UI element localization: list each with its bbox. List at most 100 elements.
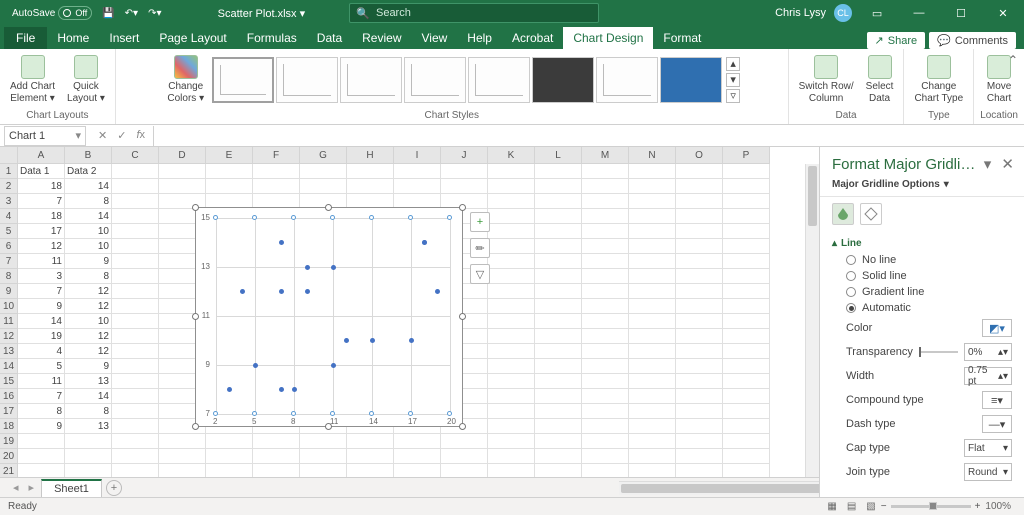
cell[interactable] bbox=[488, 209, 535, 224]
avatar[interactable]: CL bbox=[834, 4, 852, 22]
cell[interactable] bbox=[112, 209, 159, 224]
row-header[interactable]: 20 bbox=[0, 449, 18, 464]
cell[interactable] bbox=[629, 374, 676, 389]
cell[interactable] bbox=[535, 359, 582, 374]
cell[interactable] bbox=[676, 344, 723, 359]
cell[interactable] bbox=[488, 449, 535, 464]
cell[interactable] bbox=[112, 449, 159, 464]
compound-type-picker[interactable]: ≡▾ bbox=[982, 391, 1012, 409]
data-point[interactable] bbox=[370, 338, 375, 343]
sheet-nav-prev-icon[interactable]: ◂ bbox=[10, 481, 22, 494]
cell[interactable] bbox=[676, 209, 723, 224]
cell[interactable] bbox=[488, 344, 535, 359]
minimize-icon[interactable]: — bbox=[902, 0, 936, 26]
cell[interactable] bbox=[65, 434, 112, 449]
cell[interactable] bbox=[441, 434, 488, 449]
chart-style-5[interactable] bbox=[468, 57, 530, 103]
row-header[interactable]: 1 bbox=[0, 164, 18, 179]
cell[interactable] bbox=[394, 434, 441, 449]
cell[interactable] bbox=[629, 419, 676, 434]
close-pane-icon[interactable]: ✕ bbox=[1001, 156, 1014, 173]
column-header[interactable]: I bbox=[394, 147, 441, 164]
column-header[interactable]: E bbox=[206, 147, 253, 164]
cell[interactable] bbox=[394, 449, 441, 464]
chart-style-6[interactable] bbox=[532, 57, 594, 103]
cell[interactable] bbox=[676, 329, 723, 344]
horizontal-scrollbar[interactable] bbox=[619, 481, 819, 495]
zoom-out-icon[interactable]: − bbox=[881, 501, 887, 512]
plot-area[interactable]: 7911131525811141720 bbox=[216, 218, 448, 412]
cell[interactable] bbox=[347, 164, 394, 179]
data-point[interactable] bbox=[305, 265, 310, 270]
cell[interactable] bbox=[488, 299, 535, 314]
cell[interactable] bbox=[676, 299, 723, 314]
cell[interactable] bbox=[488, 239, 535, 254]
cell[interactable] bbox=[535, 299, 582, 314]
cell[interactable] bbox=[629, 389, 676, 404]
cell[interactable] bbox=[582, 269, 629, 284]
column-header[interactable]: O bbox=[676, 147, 723, 164]
cell[interactable] bbox=[300, 164, 347, 179]
cell[interactable]: 10 bbox=[65, 239, 112, 254]
cell[interactable] bbox=[535, 344, 582, 359]
chart-style-3[interactable] bbox=[340, 57, 402, 103]
data-point[interactable] bbox=[240, 289, 245, 294]
column-header[interactable]: K bbox=[488, 147, 535, 164]
cell[interactable] bbox=[112, 419, 159, 434]
data-point[interactable] bbox=[344, 338, 349, 343]
cell[interactable] bbox=[394, 164, 441, 179]
cell[interactable] bbox=[723, 344, 770, 359]
cell[interactable] bbox=[676, 179, 723, 194]
cell[interactable] bbox=[723, 164, 770, 179]
effects-tab-icon[interactable] bbox=[860, 203, 882, 225]
maximize-icon[interactable]: ☐ bbox=[944, 0, 978, 26]
gallery-down-icon[interactable]: ▾ bbox=[726, 73, 740, 87]
resize-handle[interactable] bbox=[325, 423, 332, 430]
cell[interactable] bbox=[629, 269, 676, 284]
cell[interactable] bbox=[723, 404, 770, 419]
transparency-input[interactable]: 0%▴▾ bbox=[964, 343, 1012, 361]
cell[interactable] bbox=[582, 419, 629, 434]
cell[interactable] bbox=[629, 359, 676, 374]
cell[interactable] bbox=[629, 314, 676, 329]
cell[interactable] bbox=[582, 209, 629, 224]
tab-review[interactable]: Review bbox=[352, 27, 411, 49]
tab-format[interactable]: Format bbox=[653, 27, 711, 49]
cell[interactable] bbox=[582, 194, 629, 209]
cell[interactable] bbox=[488, 404, 535, 419]
cell[interactable] bbox=[112, 389, 159, 404]
cell[interactable] bbox=[582, 359, 629, 374]
cell[interactable] bbox=[723, 179, 770, 194]
cell[interactable] bbox=[488, 359, 535, 374]
line-solid-option[interactable]: Solid line bbox=[832, 268, 1012, 284]
row-header[interactable]: 14 bbox=[0, 359, 18, 374]
tab-acrobat[interactable]: Acrobat bbox=[502, 27, 563, 49]
chart-style-2[interactable] bbox=[276, 57, 338, 103]
cell[interactable] bbox=[206, 164, 253, 179]
data-point[interactable] bbox=[305, 289, 310, 294]
cell[interactable] bbox=[112, 359, 159, 374]
cell[interactable]: 10 bbox=[65, 224, 112, 239]
chart-style-7[interactable] bbox=[596, 57, 658, 103]
column-header[interactable]: D bbox=[159, 147, 206, 164]
page-layout-view-icon[interactable]: ▤ bbox=[842, 501, 861, 512]
cell[interactable] bbox=[582, 164, 629, 179]
cell[interactable] bbox=[112, 314, 159, 329]
cell[interactable] bbox=[582, 299, 629, 314]
tab-data[interactable]: Data bbox=[307, 27, 352, 49]
cell[interactable] bbox=[159, 179, 206, 194]
cell[interactable] bbox=[723, 269, 770, 284]
undo-icon[interactable]: ↶▾ bbox=[121, 6, 142, 21]
cell[interactable] bbox=[582, 449, 629, 464]
row-header[interactable]: 3 bbox=[0, 194, 18, 209]
data-point[interactable] bbox=[279, 289, 284, 294]
cell[interactable] bbox=[535, 194, 582, 209]
cell[interactable] bbox=[723, 359, 770, 374]
cell[interactable] bbox=[723, 419, 770, 434]
cell[interactable]: 14 bbox=[65, 209, 112, 224]
cell[interactable] bbox=[535, 179, 582, 194]
cell[interactable] bbox=[394, 179, 441, 194]
cell[interactable] bbox=[112, 299, 159, 314]
cell[interactable] bbox=[535, 314, 582, 329]
chart-style-8[interactable] bbox=[660, 57, 722, 103]
